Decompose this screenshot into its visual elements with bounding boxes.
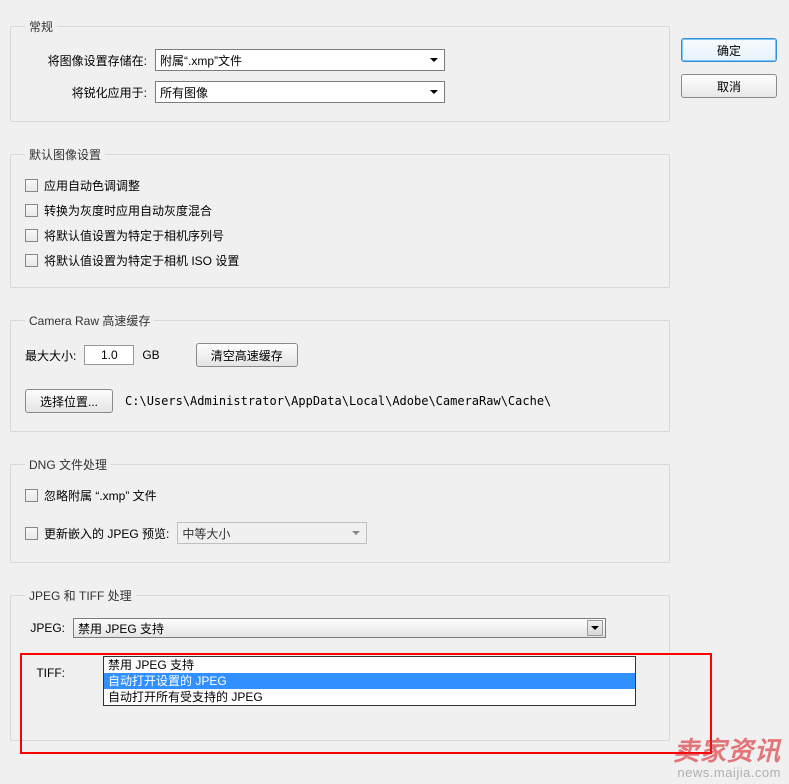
watermark: 卖家资讯 news.maijia.com	[673, 737, 781, 780]
preview-size-value: 中等大小	[182, 525, 230, 542]
chevron-down-icon	[352, 531, 360, 535]
max-size-input[interactable]	[84, 345, 134, 365]
checkbox-camera-iso-label: 将默认值设置为特定于相机 ISO 设置	[44, 252, 239, 269]
ok-button[interactable]: 确定	[681, 38, 777, 62]
watermark-brand: 卖家资讯	[673, 737, 781, 766]
preview-size-select[interactable]: 中等大小	[177, 522, 367, 544]
jpeg-tiff-legend: JPEG 和 TIFF 处理	[25, 587, 136, 604]
main-settings-panel: 常规 将图像设置存储在: 附属“.xmp”文件 将锐化应用于: 所有图像 默认图…	[10, 18, 670, 765]
save-settings-label: 将图像设置存储在:	[25, 52, 155, 69]
save-settings-value: 附属“.xmp”文件	[160, 52, 242, 69]
jpeg-tiff-group: JPEG 和 TIFF 处理 JPEG: 禁用 JPEG 支持 TIFF: 禁用…	[10, 587, 670, 741]
defaults-legend: 默认图像设置	[25, 146, 105, 163]
select-location-button[interactable]: 选择位置...	[25, 389, 113, 413]
max-size-label: 最大大小:	[25, 347, 76, 364]
jpeg-mode-select[interactable]: 禁用 JPEG 支持	[73, 618, 606, 638]
dropdown-button[interactable]	[587, 620, 603, 636]
tiff-label: TIFF:	[25, 666, 73, 680]
sharpen-apply-value: 所有图像	[160, 84, 208, 101]
checkbox-camera-serial[interactable]	[25, 229, 38, 242]
jpeg-option-0[interactable]: 禁用 JPEG 支持	[104, 657, 635, 673]
side-button-panel: 确定 取消	[681, 38, 777, 110]
sharpen-apply-select[interactable]: 所有图像	[155, 81, 445, 103]
checkbox-auto-tone[interactable]	[25, 179, 38, 192]
watermark-url: news.maijia.com	[673, 766, 781, 780]
jpeg-label: JPEG:	[25, 621, 73, 635]
checkbox-camera-iso[interactable]	[25, 254, 38, 267]
checkbox-auto-grayscale[interactable]	[25, 204, 38, 217]
checkbox-auto-tone-label: 应用自动色调调整	[44, 177, 140, 194]
dng-group: DNG 文件处理 忽略附属 “.xmp” 文件 更新嵌入的 JPEG 预览: 中…	[10, 456, 670, 563]
jpeg-option-2[interactable]: 自动打开所有受支持的 JPEG	[104, 689, 635, 705]
general-legend: 常规	[25, 18, 57, 35]
checkbox-update-jpeg[interactable]	[25, 527, 38, 540]
chevron-down-icon	[430, 58, 438, 62]
checkbox-camera-serial-label: 将默认值设置为特定于相机序列号	[44, 227, 224, 244]
dng-legend: DNG 文件处理	[25, 456, 111, 473]
chevron-down-icon	[430, 90, 438, 94]
checkbox-ignore-xmp-label: 忽略附属 “.xmp” 文件	[44, 487, 157, 504]
sharpen-apply-label: 将锐化应用于:	[25, 84, 155, 101]
checkbox-auto-grayscale-label: 转换为灰度时应用自动灰度混合	[44, 202, 212, 219]
chevron-down-icon	[591, 626, 599, 630]
jpeg-mode-value: 禁用 JPEG 支持	[78, 620, 164, 637]
cache-path: C:\Users\Administrator\AppData\Local\Ado…	[125, 394, 551, 408]
checkbox-ignore-xmp[interactable]	[25, 489, 38, 502]
jpeg-option-1[interactable]: 自动打开设置的 JPEG	[104, 673, 635, 689]
jpeg-options-popup: 禁用 JPEG 支持 自动打开设置的 JPEG 自动打开所有受支持的 JPEG	[103, 656, 636, 706]
clear-cache-button[interactable]: 清空高速缓存	[196, 343, 298, 367]
save-settings-select[interactable]: 附属“.xmp”文件	[155, 49, 445, 71]
checkbox-update-jpeg-label: 更新嵌入的 JPEG 预览:	[44, 525, 169, 542]
cache-legend: Camera Raw 高速缓存	[25, 312, 154, 329]
cache-group: Camera Raw 高速缓存 最大大小: GB 清空高速缓存 选择位置... …	[10, 312, 670, 432]
max-size-unit: GB	[142, 348, 159, 362]
cancel-button[interactable]: 取消	[681, 74, 777, 98]
defaults-group: 默认图像设置 应用自动色调调整 转换为灰度时应用自动灰度混合 将默认值设置为特定…	[10, 146, 670, 288]
general-group: 常规 将图像设置存储在: 附属“.xmp”文件 将锐化应用于: 所有图像	[10, 18, 670, 122]
